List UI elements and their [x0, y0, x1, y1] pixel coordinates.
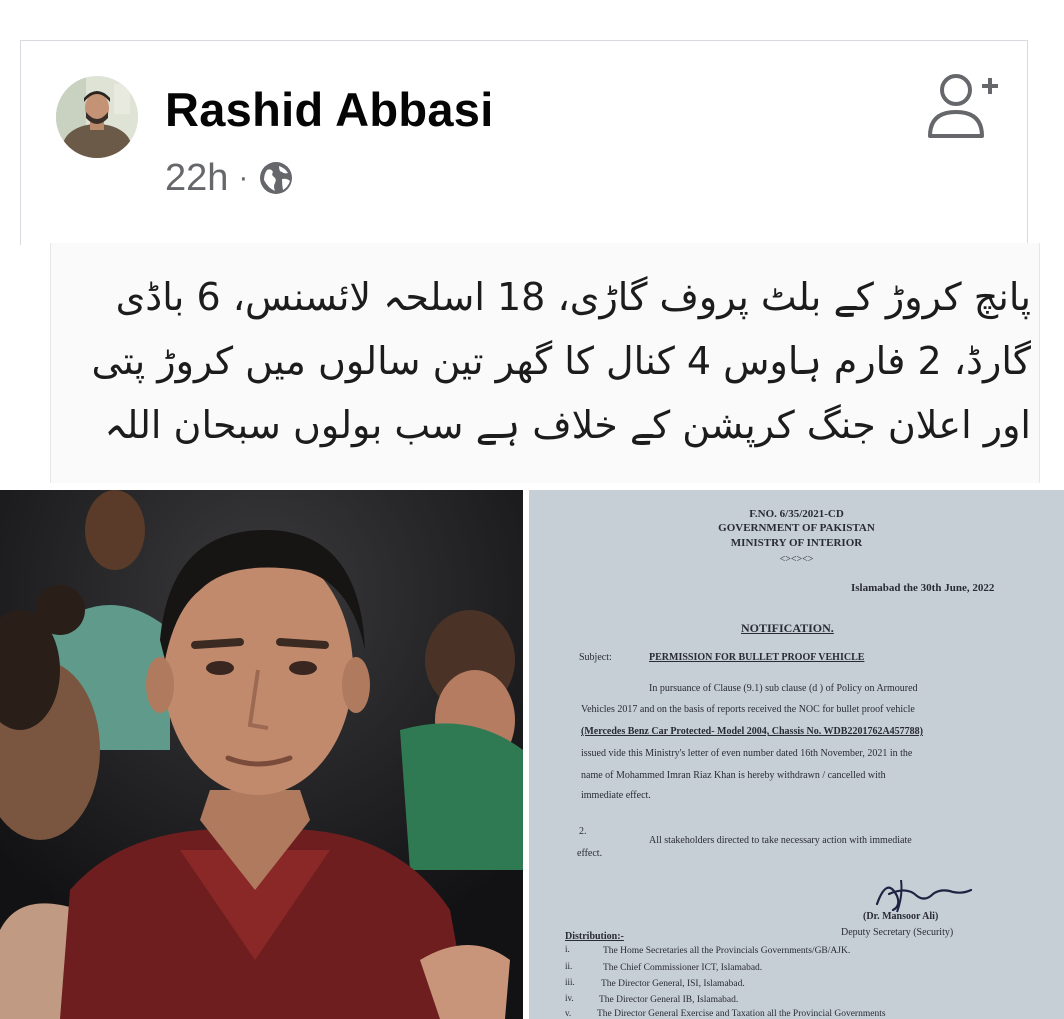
doc-para1-line: Vehicles 2017 and on the basis of report… — [581, 704, 915, 715]
doc-distribution-item: The Home Secretaries all the Provincials… — [603, 946, 851, 956]
doc-para1-line: issued vide this Ministry's letter of ev… — [581, 748, 913, 759]
doc-distribution-item: The Director General Exercise and Taxati… — [597, 1009, 886, 1019]
doc-subject-label: Subject: — [579, 652, 612, 663]
doc-para2-line: All stakeholders directed to take necess… — [649, 835, 912, 846]
doc-para1-line: immediate effect. — [581, 790, 651, 801]
post-photo-document[interactable]: F.NO. 6/35/2021-CD GOVERNMENT OF PAKISTA… — [529, 490, 1064, 1019]
globe-icon[interactable] — [258, 160, 294, 196]
post-text-line: گارڈ، 2 فارم ہاوس 4 کنال کا گھر تین سالو… — [91, 339, 1031, 383]
doc-heading: NOTIFICATION. — [741, 621, 834, 635]
doc-distribution-num: v. — [565, 1008, 572, 1018]
post-text: پانچ کروڑ کے بلٹ پروف گاڑی، 18 اسلحہ لائ… — [50, 243, 1040, 483]
doc-distribution-item: The Chief Commissioner ICT, Islamabad. — [603, 963, 763, 973]
doc-distribution-num: i. — [565, 944, 570, 954]
author-avatar[interactable] — [56, 76, 138, 158]
doc-signatory-title: Deputy Secretary (Security) — [841, 927, 954, 938]
doc-government: GOVERNMENT OF PAKISTAN — [718, 522, 875, 534]
doc-signatory-name: (Dr. Mansoor Ali) — [863, 911, 939, 922]
post-text-line: اور اعلان جنگ کرپشن کے خلاف ہے سب بولوں … — [104, 403, 1031, 447]
author-name[interactable]: Rashid Abbasi — [165, 82, 494, 137]
meta-separator: · — [238, 161, 249, 194]
doc-distribution-num: ii. — [565, 961, 573, 971]
doc-distribution-label: Distribution:- — [565, 931, 624, 942]
doc-ministry: MINISTRY OF INTERIOR — [730, 537, 863, 549]
doc-distribution-num: iii. — [565, 977, 575, 987]
doc-file-number: F.NO. 6/35/2021-CD — [749, 508, 844, 520]
doc-distribution-item: The Director General, ISI, Islamabad. — [601, 979, 745, 989]
doc-signature — [875, 879, 973, 913]
avatar-photo — [56, 76, 138, 158]
doc-para1-line: (Mercedes Benz Car Protected- Model 2004… — [581, 726, 923, 737]
post-header-card — [20, 40, 1028, 245]
post-time[interactable]: 22h — [165, 157, 228, 200]
post-text-line: پانچ کروڑ کے بلٹ پروف گاڑی، 18 اسلحہ لائ… — [115, 275, 1031, 319]
doc-date: Islamabad the 30th June, 2022 — [851, 582, 995, 594]
doc-distribution-item: The Director General IB, Islamabad. — [599, 995, 739, 1005]
post-meta: 22h · — [165, 156, 294, 200]
doc-para2-line: effect. — [577, 848, 603, 859]
doc-para1-line: In pursuance of Clause (9.1) sub clause … — [649, 683, 918, 694]
doc-ornament: <><><> — [779, 554, 814, 565]
doc-distribution-num: iv. — [565, 993, 574, 1003]
add-friend-icon — [928, 74, 998, 138]
doc-para2-number: 2. — [579, 826, 587, 837]
doc-subject: PERMISSION FOR BULLET PROOF VEHICLE — [649, 652, 865, 663]
notification-document: F.NO. 6/35/2021-CD GOVERNMENT OF PAKISTA… — [529, 490, 1064, 1019]
post-photo-man[interactable] — [0, 490, 523, 1019]
add-friend-button[interactable] — [922, 70, 1002, 142]
photo-of-man-in-maroon-shirt — [0, 490, 523, 1019]
doc-para1-line: name of Mohammed Imran Riaz Khan is here… — [581, 770, 886, 781]
